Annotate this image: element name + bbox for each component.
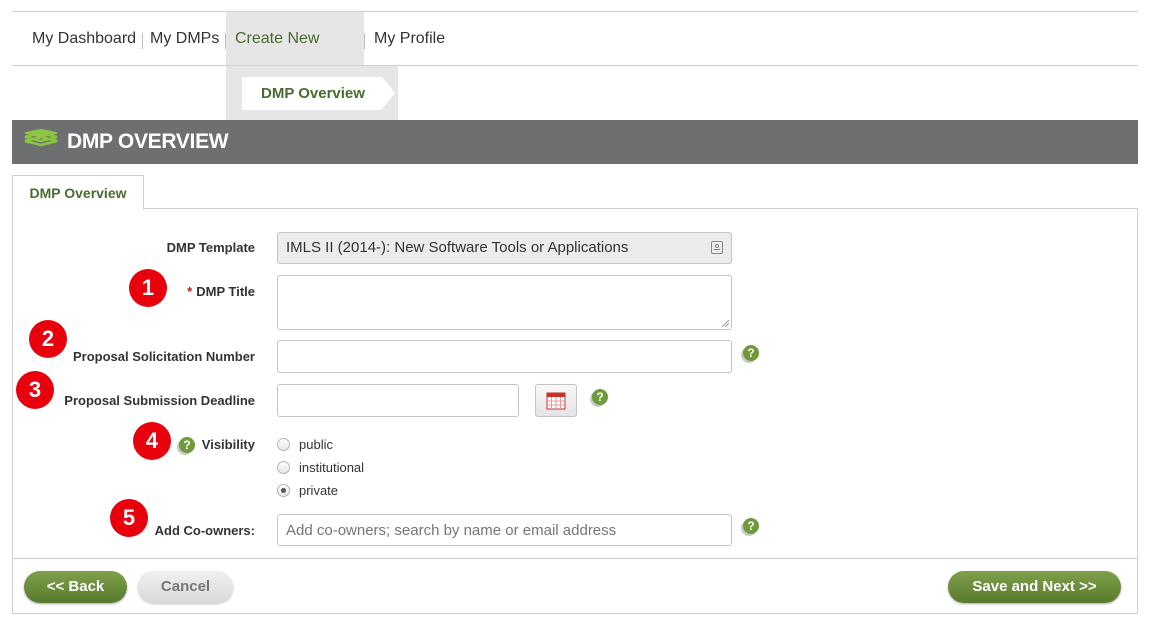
calendar-icon: [546, 392, 566, 410]
annotation-badge-4: 4: [133, 422, 171, 460]
coowners-label: Add Co-owners:: [154, 523, 255, 538]
nav-my-dmps[interactable]: My DMPs: [141, 12, 228, 65]
radio-public[interactable]: [277, 438, 290, 451]
help-icon[interactable]: ?: [743, 345, 759, 361]
annotation-badge-5: 5: [110, 499, 148, 537]
annotation-badge-2: 2: [29, 320, 67, 358]
help-icon[interactable]: ?: [592, 389, 608, 405]
deadline-input[interactable]: [277, 384, 519, 417]
cancel-button[interactable]: Cancel: [138, 571, 233, 603]
save-and-next-button[interactable]: Save and Next >>: [948, 571, 1121, 603]
tab-dmp-overview[interactable]: DMP Overview: [12, 175, 144, 210]
nav-my-dashboard[interactable]: My Dashboard: [23, 12, 145, 65]
breadcrumb-dmp-overview[interactable]: DMP Overview: [242, 77, 382, 110]
help-icon[interactable]: ?: [179, 437, 195, 453]
template-label: DMP Template: [166, 240, 255, 255]
template-select[interactable]: IMLS II (2014-): New Software Tools or A…: [277, 232, 732, 264]
title-label: * DMP Title: [187, 284, 255, 299]
main-nav: My Dashboard My DMPs Create New DMP My P…: [12, 12, 1138, 101]
template-value: IMLS II (2014-): New Software Tools or A…: [286, 239, 629, 256]
radio-private-label: private: [299, 483, 339, 498]
coowners-input[interactable]: [277, 514, 732, 546]
back-button[interactable]: << Back: [24, 571, 127, 603]
annotation-badge-3: 3: [16, 371, 54, 409]
nav-create-new-dmp[interactable]: Create New DMP: [226, 12, 364, 101]
solicitation-label: Proposal Solicitation Number: [72, 349, 255, 364]
annotation-badge-1: 1: [129, 269, 167, 307]
solicitation-input[interactable]: [277, 340, 732, 373]
nav-my-profile[interactable]: My Profile: [365, 12, 454, 65]
radio-private[interactable]: [277, 484, 290, 497]
radio-institutional[interactable]: [277, 461, 290, 474]
page-banner: DMP OVERVIEW: [12, 120, 1138, 164]
resize-handle-icon[interactable]: [721, 319, 729, 327]
breadcrumb-arrow: [382, 77, 395, 109]
radio-public-label: public: [299, 437, 333, 452]
visibility-label: Visibility: [201, 437, 255, 452]
radio-institutional-label: institutional: [299, 460, 365, 475]
help-icon[interactable]: ?: [743, 518, 759, 534]
page-title: DMP OVERVIEW: [67, 130, 229, 153]
title-textarea[interactable]: [277, 275, 732, 330]
lock-icon: [711, 241, 723, 254]
calendar-button[interactable]: [535, 384, 577, 417]
required-mark: *: [187, 284, 193, 299]
title-label-text: DMP Title: [196, 284, 255, 299]
deadline-label: Proposal Submission Deadline: [64, 393, 255, 408]
layers-icon: [24, 128, 58, 158]
